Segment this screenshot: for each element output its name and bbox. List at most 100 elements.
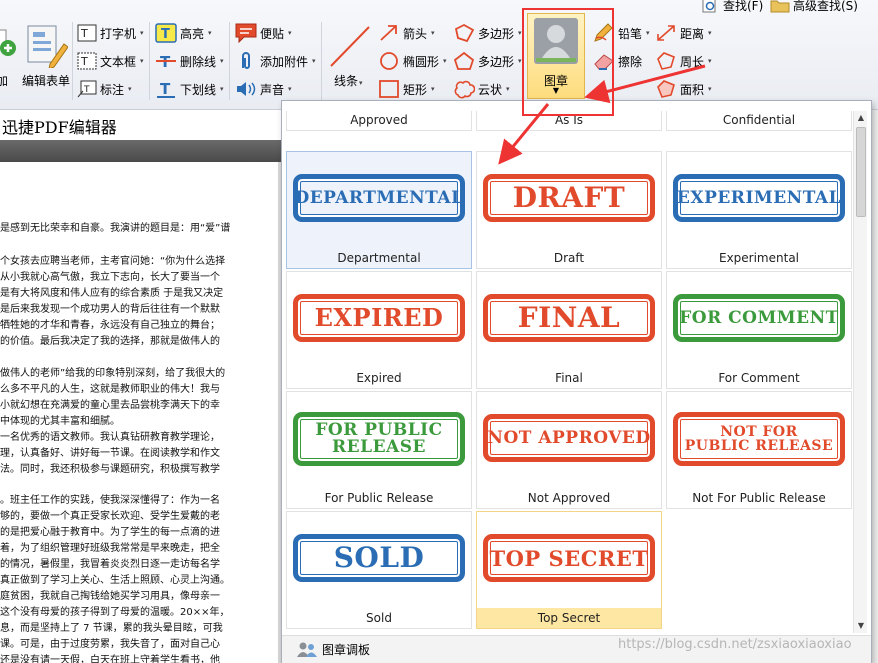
stamp-palette-button[interactable]: 图章调板 <box>296 640 370 658</box>
find-button[interactable]: 查找(F) <box>700 0 763 14</box>
ellipse-button[interactable]: 椭圆形 ▾ <box>378 50 447 72</box>
perimeter-button[interactable]: 周长 ▾ <box>655 50 712 72</box>
pentagon-icon <box>453 51 475 70</box>
speaker-icon <box>237 82 256 96</box>
distance-button[interactable]: 距离 ▾ <box>655 22 712 44</box>
document-page[interactable]: 是感到无比荣幸和自豪。我演讲的题目是：用“爱”谱 个女孩去应聘当老师，主考官问她：… <box>0 162 278 663</box>
attach-file-button[interactable]: 添加附件 ▾ <box>235 50 316 72</box>
separator <box>149 22 150 100</box>
find-icon <box>702 0 716 13</box>
separator <box>321 22 322 100</box>
document-text-line: 这个没有母爱的孩子得到了母爱的温暖。20××年， <box>0 607 230 618</box>
advanced-find-label: 高级查找(S) <box>793 0 858 13</box>
document-text-line: 一名优秀的语文教师。我认真钻研教育教学理论， <box>0 432 220 443</box>
typewriter-label: 打字机 <box>100 26 137 41</box>
underline-icon: T <box>157 80 175 98</box>
underline-button[interactable]: T 下划线 ▾ <box>155 78 224 100</box>
dropdown-arrow-icon: ▾ <box>288 85 292 93</box>
add-plus-icon <box>0 29 16 56</box>
stamp-text: DRAFT <box>512 181 626 214</box>
stamp-tile-experimental[interactable]: EXPERIMENTAL Experimental <box>666 151 852 269</box>
folder-icon <box>770 0 790 13</box>
stamp-text: FINAL <box>517 301 621 334</box>
sound-button[interactable]: 声音 ▾ <box>235 78 292 100</box>
svg-text:T: T <box>80 27 88 40</box>
stamp-image: DRAFT <box>483 174 655 222</box>
sound-label: 声音 <box>260 82 285 97</box>
stamp-label: Sold <box>366 611 392 625</box>
pencil-label: 铅笔 <box>618 26 643 41</box>
document-text-line: 理，认真备好、讲好每一节课。在阅读教学和作文 <box>0 448 220 459</box>
stamp-tile-approved[interactable]: Approved <box>286 111 472 131</box>
stamp-text: NOT APPROVED <box>487 427 651 448</box>
document-text-line: 的情况，暑假里，我冒着炎炎烈日逐一走访每名学 <box>0 559 220 570</box>
strikeout-button[interactable]: T 删除线▾ <box>155 50 224 72</box>
stamp-palette-panel: Approved As Is Confidential DEPARTMENTAL Dep… <box>281 100 872 663</box>
dropdown-arrow-icon: ▾ <box>506 85 510 93</box>
stamp-tile-departmental[interactable]: DEPARTMENTAL Departmental <box>286 151 472 269</box>
callout-label: 标注 <box>100 82 125 97</box>
area-icon <box>657 80 675 98</box>
separator <box>72 22 73 100</box>
polygon-button[interactable]: 多边形 ▾ <box>453 22 522 44</box>
stamp-tile-for-public-release[interactable]: FOR PUBLIC RELEASE For Public Release <box>286 391 472 509</box>
line-text: 线条 <box>334 74 359 88</box>
stamp-tile-not-for-public-release[interactable]: NOT FOR PUBLIC RELEASE Not For Public Rel… <box>666 391 852 509</box>
distance-icon <box>657 25 675 41</box>
polyline-button[interactable]: 多边形 ▾ <box>453 50 522 72</box>
arrow-button[interactable]: 箭头 ▾ <box>378 22 435 44</box>
add-button[interactable]: 加 <box>0 28 16 100</box>
rectangle-button[interactable]: 矩形 ▾ <box>378 78 435 100</box>
cloud-button[interactable]: 云状 ▾ <box>453 78 510 100</box>
dropdown-arrow-icon: ▾ <box>208 29 212 37</box>
stamp-tile-confidential[interactable]: Confidential <box>666 111 852 131</box>
document-text-line: 牺牲她的才华和青春，永远没有自己独立的舞台； <box>0 320 220 331</box>
stamp-tile-top-secret[interactable]: TOP SECRET Top Secret <box>476 511 662 629</box>
document-text-line: 还是没有请一天假，白天在班上守着学生看书，他 <box>0 655 220 663</box>
attach-file-label: 添加附件 <box>260 54 309 69</box>
line-button[interactable]: 线条▾ <box>326 24 374 100</box>
area-label: 面积 <box>680 82 705 97</box>
stamp-text: SOLD <box>333 541 425 574</box>
area-button[interactable]: 面积 ▾ <box>655 78 712 100</box>
perimeter-icon <box>657 52 675 70</box>
stamp-tile-expired[interactable]: EXPIRED Expired <box>286 271 472 389</box>
stamp-tile-draft[interactable]: DRAFT Draft <box>476 151 662 269</box>
callout-button[interactable]: T 标注 ▾ <box>77 78 132 100</box>
textbox-label: 文本框 <box>100 54 137 69</box>
document-text-line: 。班主任工作的实践，使我深深懂得了：作为一名 <box>0 495 220 506</box>
edit-form-button[interactable]: 编辑表单 <box>18 24 74 100</box>
stamp-tile-for-comment[interactable]: FOR COMMENT For Comment <box>666 271 852 389</box>
stamp-text: TOP SECRET <box>489 545 649 571</box>
svg-text:T: T <box>160 80 171 98</box>
document-title: 迅捷PDF编辑器 <box>0 110 300 140</box>
stamp-tile-not-approved[interactable]: NOT APPROVED Not Approved <box>476 391 662 509</box>
stamp-label: Expired <box>356 371 402 385</box>
find-label: 查找(F) <box>723 0 764 13</box>
advanced-find-button[interactable]: 高级查找(S) <box>770 0 858 14</box>
note-button[interactable]: 便贴 ▾ <box>235 22 292 44</box>
stamp-label: Approved <box>350 113 408 127</box>
stamp-image: EXPIRED <box>293 294 465 342</box>
distance-label: 距离 <box>680 26 705 41</box>
scroll-down-icon[interactable]: ▼ <box>855 620 867 632</box>
scrollbar[interactable]: ▲ ▼ <box>853 111 867 633</box>
stamp-tile-final[interactable]: FINAL Final <box>476 271 662 389</box>
scroll-thumb[interactable] <box>856 127 866 217</box>
ellipse-icon <box>380 52 398 70</box>
scroll-up-icon[interactable]: ▲ <box>855 112 867 124</box>
document-text-line: 法。同时，我还积极参与课题研究，积极撰写教学 <box>0 464 220 475</box>
stamp-text: NOT FOR PUBLIC RELEASE <box>684 423 834 454</box>
document-text-line: 课。可是，由于过度劳累，我失音了，面对自己心 <box>0 639 220 650</box>
watermark: https://blog.csdn.net/zsxiaoxiaoxiao <box>618 637 852 652</box>
stamp-tile-sold[interactable]: SOLD Sold <box>286 511 472 629</box>
textbox-button[interactable]: T 文本框 ▾ <box>77 50 144 72</box>
svg-text:T: T <box>83 85 90 95</box>
stamp-image: SOLD <box>293 534 465 582</box>
note-label: 便贴 <box>260 26 285 41</box>
stamp-image: FOR PUBLIC RELEASE <box>293 412 465 466</box>
document-text-line: 真正做到了学习上关心、生活上照顾、心灵上沟通。 <box>0 575 230 586</box>
highlight-button[interactable]: T 高亮 ▾ <box>155 22 212 44</box>
typewriter-button[interactable]: T 打字机 ▾ <box>77 22 144 44</box>
arrow-icon <box>380 25 397 41</box>
